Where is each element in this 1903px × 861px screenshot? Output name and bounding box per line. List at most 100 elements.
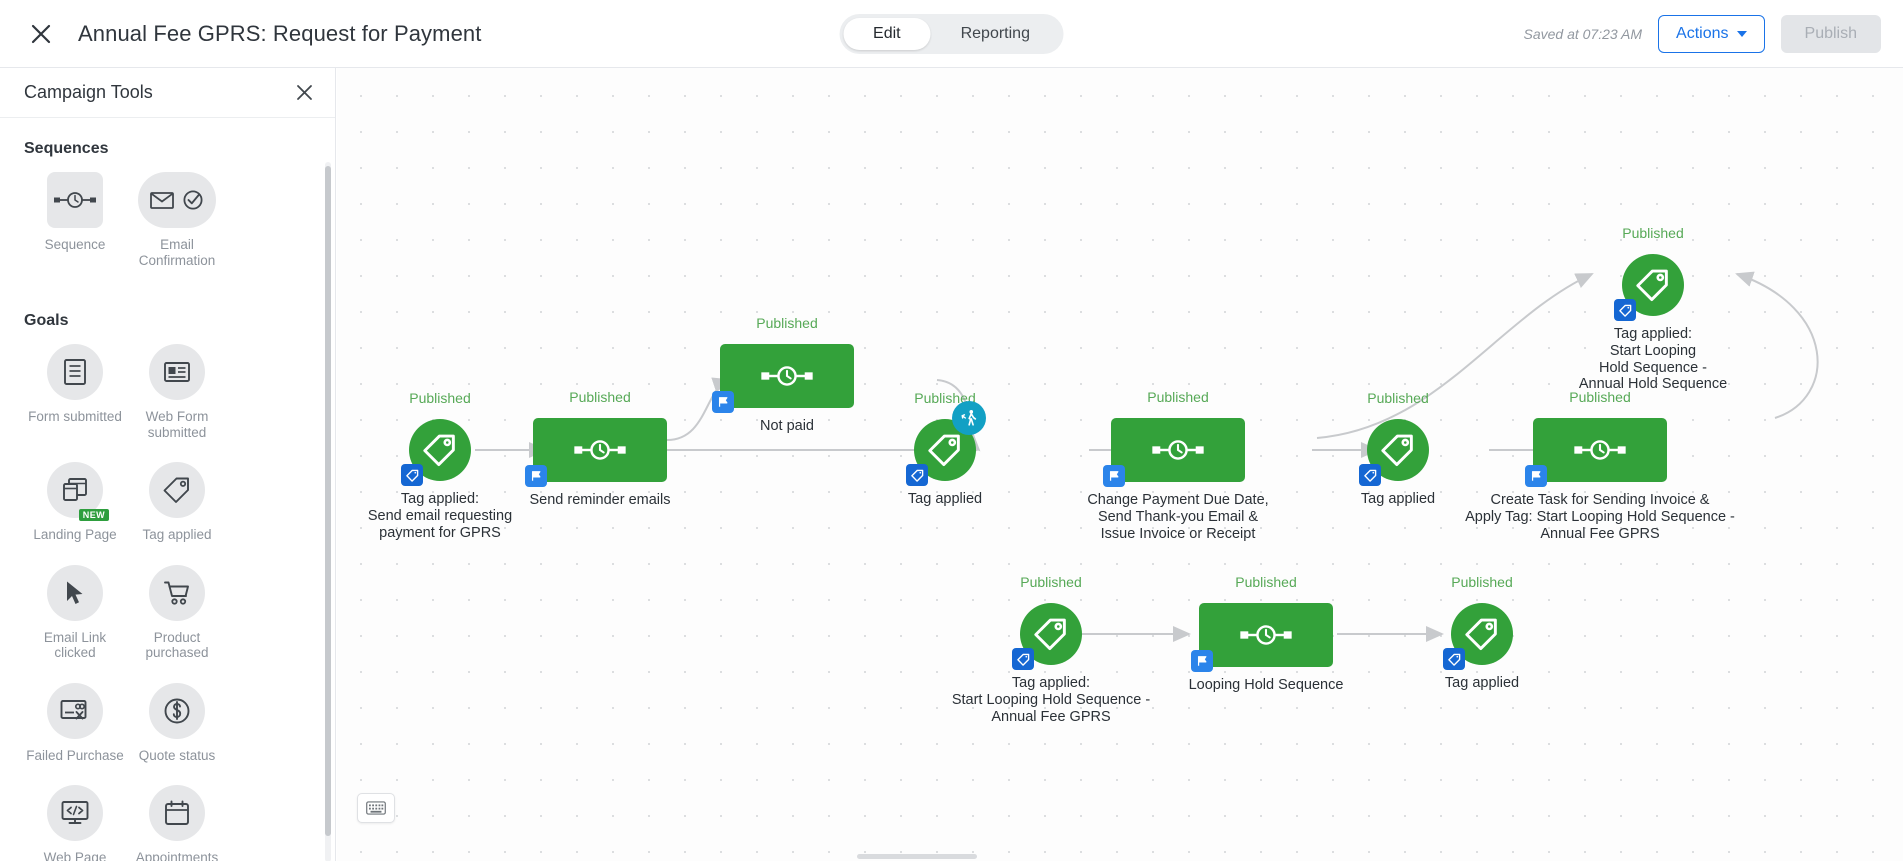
canvas-horizontal-scrollbar[interactable] bbox=[857, 854, 977, 859]
node-looping-hold-sequence[interactable]: Published Looping Hold Sequence bbox=[1189, 574, 1344, 693]
tab-reporting[interactable]: Reporting bbox=[931, 18, 1060, 50]
publish-button[interactable]: Publish bbox=[1780, 14, 1881, 53]
tool-label: Product purchased bbox=[145, 629, 209, 661]
tool-label: Web Page automation bbox=[43, 850, 107, 861]
tool-label: Appointments bbox=[135, 850, 219, 861]
node-label: Change Payment Due Date, Send Thank-you … bbox=[1087, 492, 1269, 542]
tag-badge-icon[interactable] bbox=[1359, 464, 1381, 486]
email-confirmation-icon bbox=[138, 172, 216, 228]
node-shape[interactable] bbox=[1443, 603, 1513, 670]
flag-badge-icon[interactable] bbox=[1191, 650, 1213, 672]
tool-email-confirmation[interactable]: Email Confirmation bbox=[126, 172, 228, 268]
node-shape[interactable] bbox=[712, 344, 854, 413]
node-tag-applied-mid[interactable]: Published Tag applied bbox=[906, 390, 986, 507]
saved-status: Saved at 07:23 AM bbox=[1523, 25, 1643, 42]
node-label: Tag applied bbox=[907, 491, 983, 507]
node-label: Create Task for Sending Invoice & Apply … bbox=[1465, 492, 1735, 542]
panel-header: Campaign Tools bbox=[0, 68, 335, 118]
tool-label: Quote status bbox=[138, 747, 216, 763]
node-send-reminder-emails[interactable]: Published Send reminder emails bbox=[525, 389, 671, 508]
new-badge: NEW bbox=[78, 509, 109, 522]
node-tag-applied-bottom[interactable]: Published Tag applied bbox=[1443, 574, 1519, 691]
node-shape[interactable] bbox=[525, 418, 667, 487]
section-title-goals: Goals bbox=[24, 312, 69, 330]
node-shape[interactable] bbox=[1012, 603, 1082, 670]
view-mode-toggle: Edit Reporting bbox=[839, 13, 1064, 54]
tool-landing-page[interactable]: NEW Landing Page bbox=[24, 462, 126, 543]
top-bar-actions: Saved at 07:23 AM Actions Publish bbox=[1523, 14, 1881, 53]
keyboard-shortcuts-button[interactable] bbox=[357, 793, 395, 823]
panel-title: Campaign Tools bbox=[24, 82, 153, 102]
tool-label: Email Confirmation bbox=[138, 237, 216, 268]
tool-label: Sequence bbox=[44, 237, 106, 252]
node-shape[interactable] bbox=[1614, 254, 1684, 321]
node-status: Published bbox=[1622, 225, 1684, 241]
tool-sequence[interactable]: Sequence bbox=[24, 172, 126, 268]
section-title-sequences: Sequences bbox=[24, 140, 109, 157]
sidebar-scrollbar[interactable] bbox=[325, 166, 331, 836]
calendar-icon bbox=[149, 785, 205, 842]
sequence-icon bbox=[47, 172, 103, 228]
contacts-badge[interactable] bbox=[952, 401, 986, 435]
node-tag-applied-start-looping[interactable]: Published Tag applied: Start Looping Hol… bbox=[952, 574, 1150, 725]
node-status: Published bbox=[1451, 574, 1513, 590]
node-status: Published bbox=[1235, 574, 1297, 590]
tag-badge-icon[interactable] bbox=[1443, 648, 1465, 670]
actions-button-label: Actions bbox=[1676, 24, 1729, 42]
tool-label: Landing Page bbox=[33, 527, 117, 543]
flag-badge-icon[interactable] bbox=[712, 391, 734, 413]
web-form-icon bbox=[149, 344, 205, 401]
node-shape[interactable] bbox=[1103, 418, 1245, 487]
tab-edit[interactable]: Edit bbox=[843, 17, 931, 50]
node-status: Published bbox=[1020, 574, 1082, 590]
node-shape[interactable] bbox=[1191, 603, 1333, 672]
panel-close-icon[interactable] bbox=[293, 82, 315, 104]
node-shape[interactable] bbox=[1359, 419, 1429, 486]
node-status: Published bbox=[1367, 390, 1429, 406]
form-icon bbox=[47, 344, 103, 401]
flag-badge-icon[interactable] bbox=[525, 465, 547, 487]
tag-badge-icon[interactable] bbox=[401, 464, 423, 486]
tag-badge-icon[interactable] bbox=[1012, 648, 1034, 670]
tag-badge-icon[interactable] bbox=[906, 464, 928, 486]
node-tag-applied-annual-hold[interactable]: Published Tag applied: Start Looping Hol… bbox=[1579, 225, 1727, 392]
tool-web-page-automation[interactable]: Web Page automation bbox=[24, 785, 126, 861]
failed-purchase-icon bbox=[47, 682, 103, 739]
code-monitor-icon bbox=[47, 785, 103, 842]
tool-label: Email Link clicked bbox=[43, 629, 107, 661]
page-title: Annual Fee GPRS: Request for Payment bbox=[78, 20, 482, 46]
sequences-tool-grid: Sequence Email Confirmation bbox=[24, 172, 311, 290]
actions-button[interactable]: Actions bbox=[1658, 14, 1765, 53]
cart-icon bbox=[149, 564, 205, 621]
landing-page-icon: NEW bbox=[47, 462, 109, 522]
tool-tag-applied[interactable]: Tag applied bbox=[126, 462, 228, 543]
tool-form-submitted[interactable]: Form submitted bbox=[24, 344, 126, 440]
tool-email-link-clicked[interactable]: Email Link clicked bbox=[24, 564, 126, 661]
tag-icon bbox=[149, 462, 205, 519]
chevron-down-icon bbox=[1736, 30, 1747, 37]
flag-badge-icon[interactable] bbox=[1103, 465, 1125, 487]
tool-failed-purchase[interactable]: Failed Purchase bbox=[24, 682, 126, 764]
node-label: Send reminder emails bbox=[529, 492, 671, 508]
campaign-canvas[interactable]: Published Tag applied: Send email reques… bbox=[337, 68, 1903, 861]
node-not-paid[interactable]: Published Not paid bbox=[712, 315, 854, 434]
node-status: Published bbox=[569, 389, 631, 405]
tag-badge-icon[interactable] bbox=[1614, 299, 1636, 321]
close-icon[interactable] bbox=[26, 19, 56, 49]
tool-product-purchased[interactable]: Product purchased bbox=[126, 564, 228, 661]
node-create-task-sending-invoice[interactable]: Published Create Task for Sending Invoic… bbox=[1465, 389, 1735, 542]
node-shape[interactable] bbox=[1525, 418, 1667, 487]
tool-label: Failed Purchase bbox=[26, 747, 124, 763]
tool-label: Web Form submitted bbox=[145, 409, 209, 440]
node-tag-applied-right[interactable]: Published Tag applied bbox=[1359, 390, 1435, 507]
node-status: Published bbox=[409, 390, 471, 406]
tool-quote-status[interactable]: Quote status bbox=[126, 682, 228, 764]
flag-badge-icon[interactable] bbox=[1525, 465, 1547, 487]
top-bar: Annual Fee GPRS: Request for Payment Edi… bbox=[0, 0, 1903, 68]
node-shape[interactable] bbox=[401, 419, 471, 486]
tool-web-form-submitted[interactable]: Web Form submitted bbox=[126, 344, 228, 440]
node-tag-applied-send-email[interactable]: Published Tag applied: Send email reques… bbox=[368, 390, 512, 541]
tool-appointments[interactable]: Appointments bbox=[126, 785, 228, 861]
node-change-payment-due-date[interactable]: Published Change Payment Due Date, Send … bbox=[1087, 389, 1268, 542]
campaign-tools-panel: Campaign Tools Sequences Sequence Email … bbox=[0, 68, 336, 861]
